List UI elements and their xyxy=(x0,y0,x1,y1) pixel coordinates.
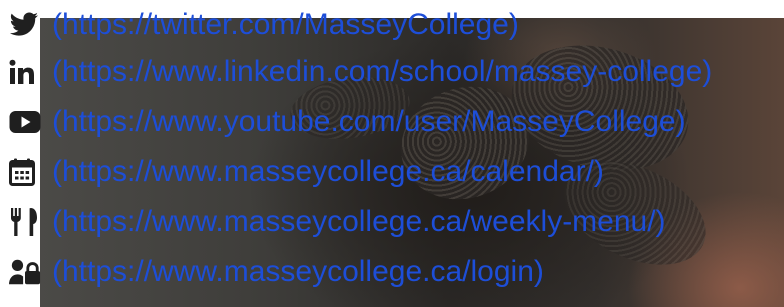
youtube-icon[interactable] xyxy=(9,107,41,137)
calendar-icon[interactable] xyxy=(9,157,41,187)
twitter-icon[interactable] xyxy=(9,10,41,40)
weekly-menu-url-link[interactable]: (https://www.masseycollege.ca/weekly-men… xyxy=(52,200,666,244)
login-url-link[interactable]: (https://www.masseycollege.ca/login) xyxy=(52,250,544,294)
utensils-icon[interactable] xyxy=(9,207,41,237)
youtube-url-link[interactable]: (https://www.youtube.com/user/MasseyColl… xyxy=(52,100,686,144)
linkedin-icon[interactable] xyxy=(9,57,41,87)
linkedin-url-link[interactable]: (https://www.linkedin.com/school/massey-… xyxy=(52,50,712,94)
user-lock-icon[interactable] xyxy=(9,257,41,287)
calendar-url-link[interactable]: (https://www.masseycollege.ca/calendar/) xyxy=(52,150,604,194)
twitter-url-link[interactable]: (https://twitter.com/MasseyCollege) xyxy=(52,3,519,47)
